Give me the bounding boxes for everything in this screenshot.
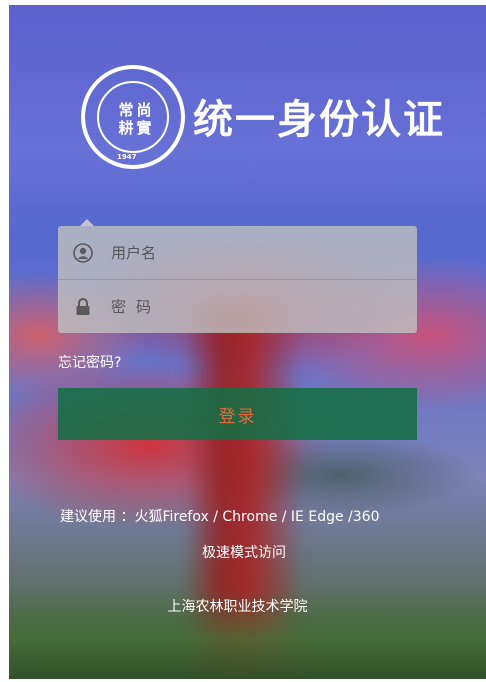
username-field [58, 226, 417, 280]
login-page: 常 尚 耕 實 1947 统一身份认证 用户名 忘记密码? 登录 建议使用 ：火… [9, 5, 486, 679]
page-title: 统一身份认证 [193, 97, 445, 143]
login-button[interactable]: 登录 [58, 388, 417, 440]
browser-suggestion-line1: 建议使用 ：火狐Firefox / Chrome / IE Edge /360 [60, 509, 380, 525]
username-input[interactable] [111, 243, 391, 262]
logo-char: 耕 [118, 119, 134, 137]
logo-char: 實 [136, 119, 152, 137]
login-form [58, 219, 417, 333]
password-input[interactable] [111, 297, 391, 316]
logo-year: 1947 [117, 153, 137, 161]
password-field [58, 280, 417, 333]
browser-suggestion-line2: 极速模式访问 [202, 545, 286, 561]
school-logo-inner-ring: 常 尚 耕 實 [97, 81, 169, 153]
browser-suggestion: 建议使用 ：火狐Firefox / Chrome / IE Edge /360 … [49, 499, 439, 571]
logo-char: 常 [118, 101, 134, 119]
logo-char: 尚 [136, 101, 152, 119]
lock-icon [73, 297, 93, 317]
footer-school-name: 上海农林职业技术学院 [167, 599, 308, 615]
card-notch [80, 219, 94, 226]
user-icon [73, 242, 93, 263]
school-logo: 常 尚 耕 實 1947 [81, 65, 185, 169]
forgot-password-link[interactable]: 忘记密码? [58, 352, 121, 372]
school-logo-seal: 常 尚 耕 實 [117, 101, 153, 137]
